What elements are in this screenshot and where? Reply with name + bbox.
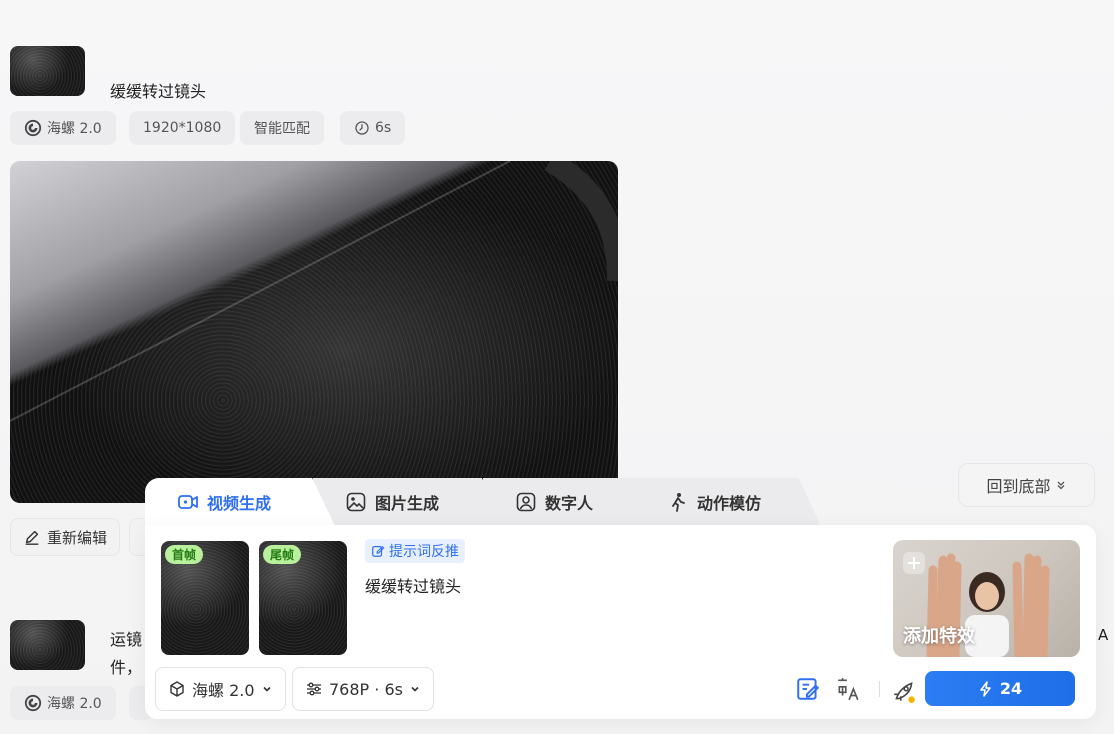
translate-icon[interactable] [835,676,861,702]
re-edit-button[interactable]: 重新编辑 [10,518,121,556]
message2-prompt-line2: 件， [110,658,143,677]
chevron-down-icon [262,686,271,692]
last-frame-badge: 尾帧 [263,545,302,564]
composer-tabs: 动作模仿 数字人 图片生成 视频生成 [145,478,825,526]
generate-button[interactable]: 24 [925,671,1075,706]
duration-chip: 6s [340,111,406,145]
rocket-icon[interactable] [891,678,917,704]
mode-chip: 智能匹配 [240,111,324,145]
mode-chip-label: 智能匹配 [254,121,310,137]
settings-select[interactable]: 768P · 6s [292,667,434,711]
message2-prompt-line1: 运镜 [110,630,143,649]
reverse-prompt-label: 提示词反推 [389,544,459,560]
model-select-label: 海螺 2.0 [192,681,255,700]
add-effect-card[interactable]: 添加特效 [893,540,1080,657]
toolbar-divider [879,681,880,697]
model-chip: 海螺 2.0 [10,111,116,145]
model-select[interactable]: 海螺 2.0 [155,667,286,711]
resolution-chip-label: 1920*1080 [143,120,222,136]
re-edit-label: 重新编辑 [47,528,108,547]
double-chevron-down-icon [1057,481,1064,490]
first-frame-image[interactable]: 首帧 [161,541,249,655]
chevron-down-icon [411,686,419,692]
resolution-chip: 1920*1080 [129,111,236,145]
walking-person-icon [672,493,685,512]
prompt-input[interactable]: 缓缓转过镜头 [365,573,461,597]
clock-icon [355,121,369,135]
tab-video-generation[interactable]: 视频生成 [145,478,335,526]
tab-action-imitation[interactable]: 动作模仿 [635,478,821,526]
tab-label: 数字人 [545,494,594,513]
model-chip-2: 海螺 2.0 [10,686,116,720]
prompt-edit-icon[interactable] [795,676,821,702]
generated-video[interactable] [10,161,618,503]
add-effect-label: 添加特效 [903,626,975,647]
lightning-icon [980,680,991,697]
duration-chip-label: 6s [375,120,392,136]
last-frame-image[interactable]: 尾帧 [259,541,347,655]
generate-cost: 24 [999,679,1023,698]
settings-select-label: 768P · 6s [329,679,403,699]
hailuo-logo-icon [24,119,42,137]
avatar-icon [516,492,536,512]
tab-label: 视频生成 [207,494,272,513]
model-chip-2-label: 海螺 2.0 [47,696,102,712]
tab-image-generation[interactable]: 图片生成 [313,478,505,526]
pencil-icon [25,530,39,545]
tab-label: 动作模仿 [697,494,762,513]
back-to-bottom-button[interactable]: 回到底部 [958,463,1095,507]
message-thumbnail[interactable] [10,46,85,96]
video-icon [178,495,198,509]
back-to-bottom-label: 回到底部 [986,477,1051,496]
tab-label: 图片生成 [375,494,440,513]
sliders-icon [307,682,321,696]
edit-box-icon [372,545,385,557]
tab-digital-human[interactable]: 数字人 [483,478,663,526]
model-chip-label: 海螺 2.0 [47,121,102,137]
video-highlight-decoration [10,161,618,422]
image-icon [346,492,366,512]
message-thumbnail-2[interactable] [10,620,85,670]
cube-icon [170,681,184,697]
reverse-prompt-button[interactable]: 提示词反推 [365,539,465,563]
message-prompt: 缓缓转过镜头 [110,82,207,101]
first-frame-badge: 首帧 [165,545,204,564]
hailuo-logo-icon [24,694,42,712]
message2-overflow-text: A [1098,626,1109,644]
